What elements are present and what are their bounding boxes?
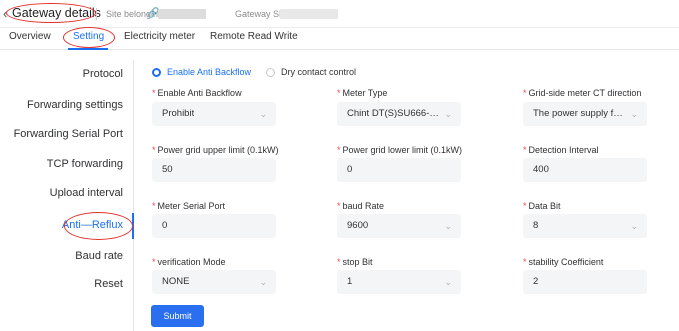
tab-remote-read-write[interactable]: Remote Read Write [210,31,298,42]
chevron-down-icon: ⌄ [259,277,267,287]
label-data-bit: * Data Bit [523,201,561,211]
radio-unchecked-icon [266,67,275,77]
page-title: Gateway details [12,6,101,20]
label-detection-interval: * Detection Interval [523,145,599,155]
site-value-redacted [158,9,206,19]
label-stability-coefficient: * stability Coefficient [523,257,604,267]
select-data-bit[interactable]: 8 ⌄ [523,214,647,238]
label-meter-serial-port: * Meter Serial Port [152,201,226,211]
input-upper-limit[interactable]: 50 [152,158,276,182]
active-tab-indicator [68,48,108,50]
sidenav-item-protocol[interactable]: Protocol [83,68,123,80]
active-nav-indicator [132,213,134,239]
sidenav-item-reset[interactable]: Reset [94,278,123,290]
label-lower-limit: * Power grid lower limit (0.1kW) [337,145,463,155]
input-meter-serial-port[interactable]: 0 [152,214,276,238]
sidenav-item-anti-reflux[interactable]: Anti—Reflux [62,219,123,231]
page-header: ‹ Gateway details Site belonging: 🔗 Gate… [0,0,679,28]
sidenav-item-tcp-forwarding[interactable]: TCP forwarding [47,158,123,170]
sidenav-item-forwarding-settings[interactable]: Forwarding settings [27,99,123,111]
chevron-down-icon: ⌄ [444,277,452,287]
label-baud-rate: * baud Rate [337,201,385,211]
input-lower-limit[interactable]: 0 [337,158,461,182]
sidenav-item-baud-rate[interactable]: Baud rate [75,250,123,262]
tab-setting[interactable]: Setting [73,31,104,42]
radio-checked-icon [152,67,161,77]
radio-enable-anti-backflow[interactable]: Enable Anti Backflow [152,67,251,77]
label-stop-bit: * stop Bit [337,257,373,267]
select-stop-bit[interactable]: 1 ⌄ [337,270,461,294]
chevron-down-icon: ⌄ [630,109,638,119]
back-chevron-icon[interactable]: ‹ [3,6,7,21]
select-enable-anti-backflow[interactable]: Prohibit ⌄ [152,102,276,126]
header-divider [96,8,97,20]
select-meter-type[interactable]: Chint DT(S)SU666-CT ⌄ [337,102,461,126]
chevron-down-icon: ⌄ [630,221,638,231]
chevron-down-icon: ⌄ [444,221,452,231]
radio-label: Enable Anti Backflow [167,67,252,77]
input-detection-interval[interactable]: 400 [523,158,647,182]
submit-button[interactable]: Submit [151,305,204,327]
chevron-down-icon: ⌄ [444,109,452,119]
chevron-down-icon: ⌄ [259,109,267,119]
tab-overview[interactable]: Overview [9,31,51,42]
sidenav-item-forwarding-serial-port[interactable]: Forwarding Serial Port [14,128,123,140]
settings-sidenav: Protocol Forwarding settings Forwarding … [14,60,134,331]
label-verification-mode: * verification Mode [152,257,226,267]
radio-label: Dry contact control [281,67,357,77]
label-enable-anti-backflow: * Enable Anti Backflow [152,88,242,98]
select-ct-direction[interactable]: The power supply fro... ⌄ [523,102,647,126]
label-ct-direction: * Grid-side meter CT direction [523,88,642,98]
select-baud-rate[interactable]: 9600 ⌄ [337,214,461,238]
radio-dry-contact-control[interactable]: Dry contact control [266,67,356,77]
input-stability-coefficient[interactable]: 2 [523,270,647,294]
label-meter-type: * Meter Type [337,88,388,98]
label-upper-limit: * Power grid upper limit (0.1kW) [152,145,279,155]
sidenav-item-upload-interval[interactable]: Upload interval [50,187,123,199]
tab-electricity-meter[interactable]: Electricity meter [124,31,195,42]
gateway-sn-redacted [280,9,338,19]
select-verification-mode[interactable]: NONE ⌄ [152,270,276,294]
tab-bar: Overview Setting Electricity meter Remot… [0,28,679,50]
